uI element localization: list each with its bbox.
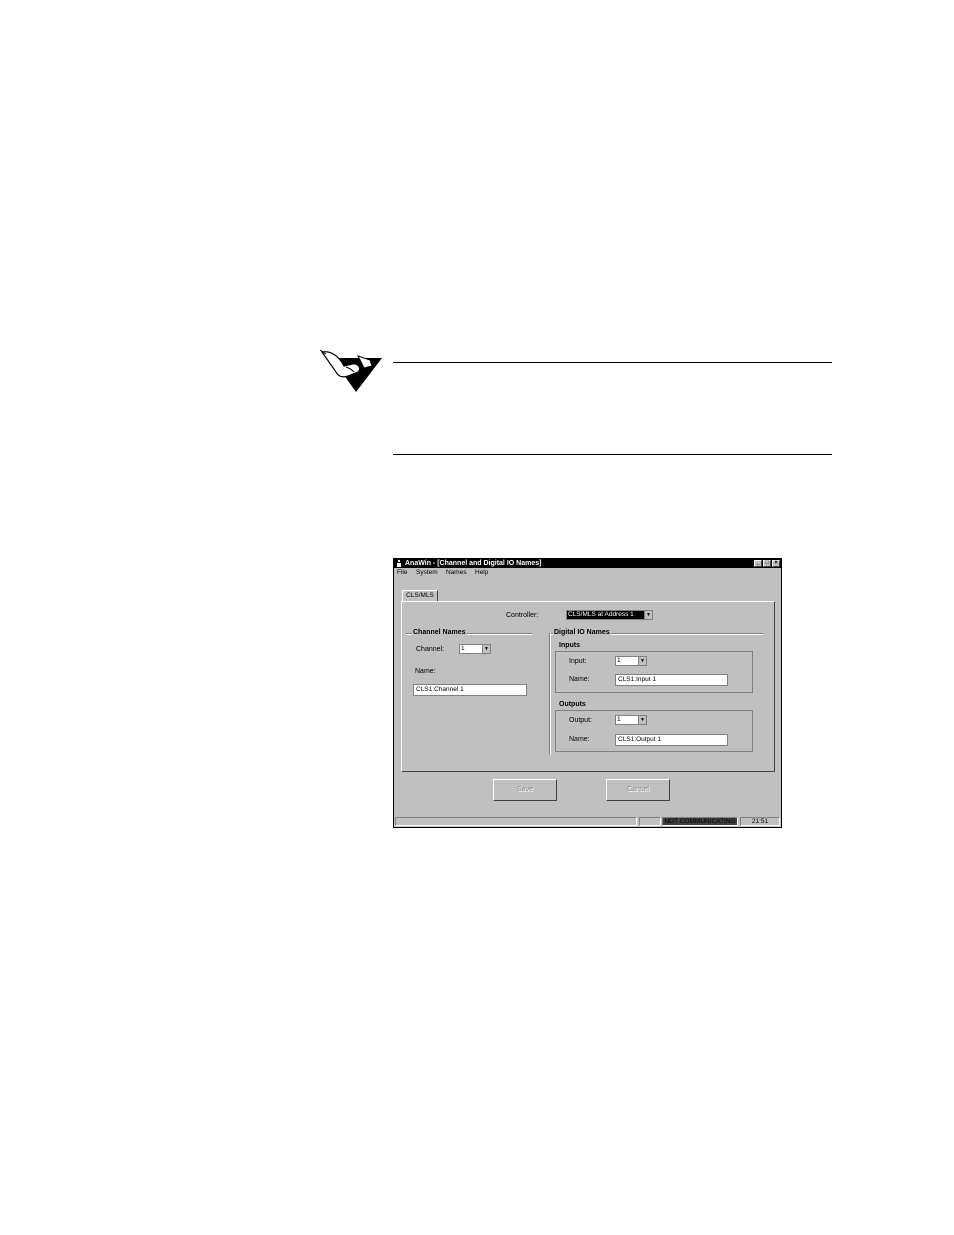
- menu-names[interactable]: Names: [446, 569, 467, 576]
- input-value: 1: [617, 657, 621, 664]
- output-name-value: CLS1:Output 1: [618, 736, 661, 743]
- output-dropdown[interactable]: 1 ▼: [615, 715, 647, 725]
- chevron-down-icon[interactable]: ▼: [644, 611, 652, 619]
- output-label: Output:: [569, 717, 592, 724]
- connection-status: NOT COMMUNICATING: [662, 817, 738, 826]
- cancel-button[interactable]: Cancel: [606, 779, 670, 801]
- menu-file[interactable]: File: [397, 569, 407, 576]
- controller-dropdown[interactable]: CLS/MLS at Address 1 ▼: [566, 610, 653, 620]
- save-button[interactable]: Save: [493, 779, 557, 801]
- menu-bar: File System Names Help: [394, 568, 781, 577]
- note-bottom-rule: [393, 454, 832, 455]
- status-message-pane: [395, 817, 637, 826]
- menu-help[interactable]: Help: [475, 569, 488, 576]
- menu-system[interactable]: System: [416, 569, 438, 576]
- channel-name-value: CLS1:Channel 1: [416, 686, 464, 693]
- chevron-down-icon[interactable]: ▼: [482, 645, 490, 653]
- close-button[interactable]: ×: [772, 560, 780, 567]
- input-name-value: CLS1:Input 1: [618, 676, 656, 683]
- channel-name-field[interactable]: CLS1:Channel 1: [413, 684, 527, 696]
- minimize-button[interactable]: _: [754, 560, 762, 567]
- maximize-button[interactable]: □: [763, 560, 771, 567]
- anawin-window: AnaWin - [Channel and Digital IO Names] …: [393, 558, 782, 828]
- digital-io-divider: [549, 633, 551, 755]
- note-top-rule: [393, 362, 832, 363]
- inputs-heading: Inputs: [558, 642, 581, 650]
- output-name-label: Name:: [569, 736, 590, 743]
- output-name-field[interactable]: CLS1:Output 1: [615, 734, 728, 746]
- chevron-down-icon[interactable]: ▼: [638, 716, 646, 724]
- input-label: Input:: [569, 658, 587, 665]
- channel-value: 1: [461, 645, 465, 652]
- note-hand-icon: [319, 349, 382, 392]
- channel-label: Channel:: [416, 646, 445, 653]
- app-icon: [397, 560, 401, 567]
- title-bar: AnaWin - [Channel and Digital IO Names] …: [394, 559, 781, 568]
- output-value: 1: [617, 716, 621, 723]
- chevron-down-icon[interactable]: ▼: [638, 657, 646, 665]
- channel-names-heading: Channel Names: [412, 629, 467, 637]
- status-bar: NOT COMMUNICATING 21:51: [394, 816, 781, 827]
- tab-cls-mls[interactable]: CLS/MLS: [402, 590, 438, 601]
- outputs-heading: Outputs: [558, 701, 587, 709]
- status-spacer-pane: [639, 817, 661, 826]
- status-time: 21:51: [740, 817, 780, 826]
- input-name-field[interactable]: CLS1:Input 1: [615, 674, 728, 686]
- input-name-label: Name:: [569, 676, 590, 683]
- window-title: AnaWin - [Channel and Digital IO Names]: [405, 560, 542, 567]
- digital-io-heading: Digital IO Names: [553, 629, 611, 637]
- channel-name-label: Name:: [415, 668, 436, 675]
- channel-dropdown[interactable]: 1 ▼: [459, 644, 491, 654]
- input-dropdown[interactable]: 1 ▼: [615, 656, 647, 666]
- controller-value: CLS/MLS at Address 1: [568, 611, 634, 618]
- controller-label: Controller:: [506, 612, 539, 619]
